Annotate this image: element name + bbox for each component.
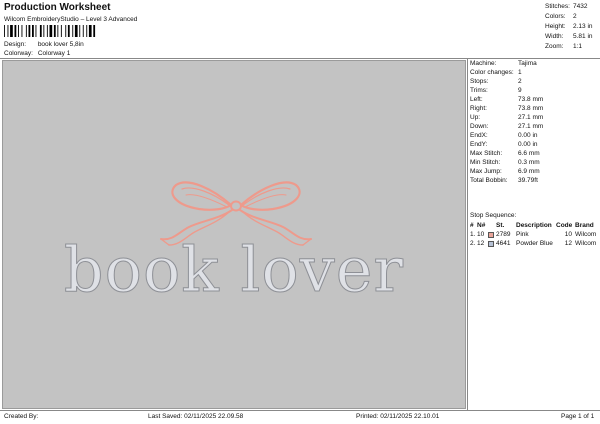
design-preview: book lover xyxy=(2,60,466,409)
barcode-bar xyxy=(86,25,88,37)
stat-row: Height: 2.13 in xyxy=(545,23,593,30)
barcode-bar xyxy=(49,25,53,37)
barcode-bar xyxy=(21,25,23,37)
machine-row: Stops: 2 xyxy=(470,78,522,85)
barcode-bar xyxy=(74,25,78,37)
barcode-image xyxy=(4,25,96,37)
barcode-bar xyxy=(4,25,5,37)
barcode-bar xyxy=(43,25,45,37)
machine-row: Color changes: 1 xyxy=(470,69,522,76)
printed-date: Printed: 02/11/2025 22.10.01 xyxy=(356,413,440,420)
barcode-bar xyxy=(35,25,37,37)
barcode-bar xyxy=(65,25,67,37)
design-preview-canvas: book lover xyxy=(63,181,404,307)
table-row: 2. 12 4641 Powder Blue 12 Wilcom xyxy=(470,240,597,247)
barcode-bar xyxy=(57,25,59,37)
table-row: 1. 10 2789 Pink 10 Wilcom xyxy=(470,231,597,238)
barcode-bar xyxy=(28,25,31,37)
footer: Created By: Last Saved: 02/11/2025 22.09… xyxy=(0,413,600,423)
col-header-brand: Brand xyxy=(575,222,594,229)
machine-row: Right: 73.8 mm xyxy=(470,105,544,112)
last-saved: Last Saved: 02/11/2025 22.09.58 xyxy=(148,413,244,420)
color-swatch xyxy=(488,232,494,238)
machine-row: EndY: 0.00 in xyxy=(470,141,538,148)
book-lover-embroidery-text: book lover xyxy=(64,233,404,306)
barcode-bar xyxy=(32,25,34,37)
barcode-bar xyxy=(72,25,74,37)
barcode-bar xyxy=(82,25,84,37)
machine-stats: Machine: Tajima Color changes: 1 Stops: 2 T… xyxy=(470,60,600,186)
machine-row: EndX: 0.00 in xyxy=(470,132,538,139)
footer-divider xyxy=(0,410,600,411)
machine-row: Max Stitch: 6.6 mm xyxy=(470,150,540,157)
stat-row: Width: 5.81 in xyxy=(545,33,593,40)
col-header-description: Description xyxy=(516,222,552,229)
barcode-bar xyxy=(67,25,70,37)
machine-row: Up: 27.1 mm xyxy=(470,114,544,121)
design-label: Design: xyxy=(4,41,27,48)
col-header-st: St. xyxy=(496,222,505,229)
worksheet-title: Production Worksheet xyxy=(4,2,111,13)
barcode-bar xyxy=(18,25,19,37)
stat-row: Zoom: 1:1 xyxy=(545,43,583,50)
machine-row: Trims: 9 xyxy=(470,87,522,94)
colorway-label: Colorway: xyxy=(4,50,33,57)
machine-row: Machine: Tajima xyxy=(470,60,537,67)
page-number: Page 1 of 1 xyxy=(561,413,595,420)
barcode-bar xyxy=(14,25,17,37)
machine-info-panel: Machine: Tajima Color changes: 1 Stops: 2 T… xyxy=(467,59,600,410)
software-subtitle: Wilcom EmbroideryStudio – Level 3 Advanc… xyxy=(4,16,138,23)
barcode-bar xyxy=(88,25,92,37)
barcode-bar xyxy=(60,25,62,37)
design-name-row: Design: book lover 5,8in xyxy=(4,41,84,48)
barcode-bar xyxy=(10,25,13,37)
barcode-bar xyxy=(7,25,9,37)
stat-row: Stitches: 7432 xyxy=(545,3,588,10)
col-header-seq: # xyxy=(470,222,474,229)
col-header-code: Code xyxy=(556,222,573,229)
stop-sequence-title: Stop Sequence: xyxy=(470,212,517,219)
colorway-row: Colorway: Colorway 1 xyxy=(4,50,70,57)
design-value: book lover 5,8in xyxy=(37,41,84,48)
machine-row: Total Bobbin: 39.79ft xyxy=(470,177,538,184)
barcode-bar xyxy=(46,25,48,37)
machine-row: Left: 73.8 mm xyxy=(470,96,544,103)
machine-row: Min Stitch: 0.3 mm xyxy=(470,159,540,166)
stat-row: Colors: 2 xyxy=(545,13,577,20)
created-by: Created By: xyxy=(4,413,39,420)
machine-row: Max Jump: 6.9 mm xyxy=(470,168,540,175)
barcode-bar xyxy=(39,25,42,37)
design-stats: Stitches: 7432 Colors: 2 Height: 2.13 in Wi… xyxy=(545,3,597,53)
barcode-bar xyxy=(53,25,56,37)
barcode-bar xyxy=(93,25,96,37)
color-swatch xyxy=(488,241,494,247)
colorway-value: Colorway 1 xyxy=(37,50,71,57)
col-header-n: N# xyxy=(477,222,486,229)
barcode-bar xyxy=(25,25,27,37)
stop-sequence-header: # N# St. Description Code Brand xyxy=(470,222,598,231)
barcode-bar xyxy=(79,25,81,37)
machine-row: Down: 27.1 mm xyxy=(470,123,544,130)
